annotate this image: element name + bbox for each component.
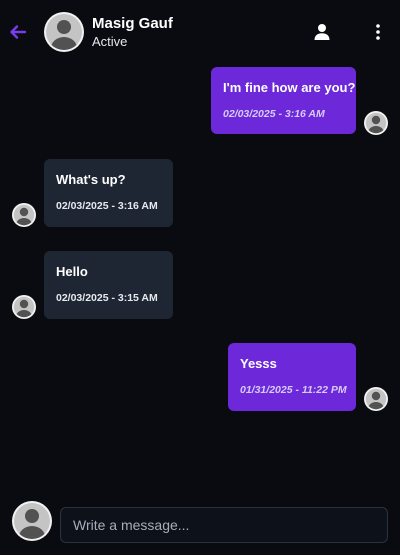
user-icon <box>314 24 330 40</box>
message-text: I'm fine how are you? <box>223 80 356 95</box>
message-bubble-received: What's up? 02/03/2025 - 3:16 AM <box>44 159 173 227</box>
contact-status: Active <box>92 34 128 49</box>
more-vertical-icon <box>376 24 380 40</box>
user-avatar <box>12 501 52 541</box>
message-timestamp: 02/03/2025 - 3:16 AM <box>223 108 325 120</box>
message-text: Hello <box>56 264 88 279</box>
message-text: What's up? <box>56 172 126 187</box>
contact-avatar[interactable] <box>44 12 84 52</box>
back-button[interactable] <box>8 22 28 42</box>
message-timestamp: 01/31/2025 - 11:22 PM <box>240 384 347 396</box>
chat-header: Masig Gauf Active <box>0 0 400 64</box>
contact-message-avatar <box>12 203 36 227</box>
message-timestamp: 02/03/2025 - 3:16 AM <box>56 200 158 212</box>
profile-button[interactable] <box>312 22 332 42</box>
sender-avatar <box>364 111 388 135</box>
message-timestamp: 02/03/2025 - 3:15 AM <box>56 292 158 304</box>
contact-name: Masig Gauf <box>92 15 173 32</box>
message-bubble-sent: Yesss 01/31/2025 - 11:22 PM <box>228 343 356 411</box>
message-bubble-received: Hello 02/03/2025 - 3:15 AM <box>44 251 173 319</box>
message-input[interactable] <box>60 507 388 543</box>
message-text: Yesss <box>240 356 277 371</box>
more-options-button[interactable] <box>368 22 388 42</box>
chat-window: Masig Gauf Active I'm fine how are you? … <box>0 0 400 555</box>
arrow-left-icon <box>10 25 27 39</box>
sender-avatar <box>364 387 388 411</box>
message-bubble-sent: I'm fine how are you? 02/03/2025 - 3:16 … <box>211 67 356 134</box>
contact-message-avatar <box>12 295 36 319</box>
